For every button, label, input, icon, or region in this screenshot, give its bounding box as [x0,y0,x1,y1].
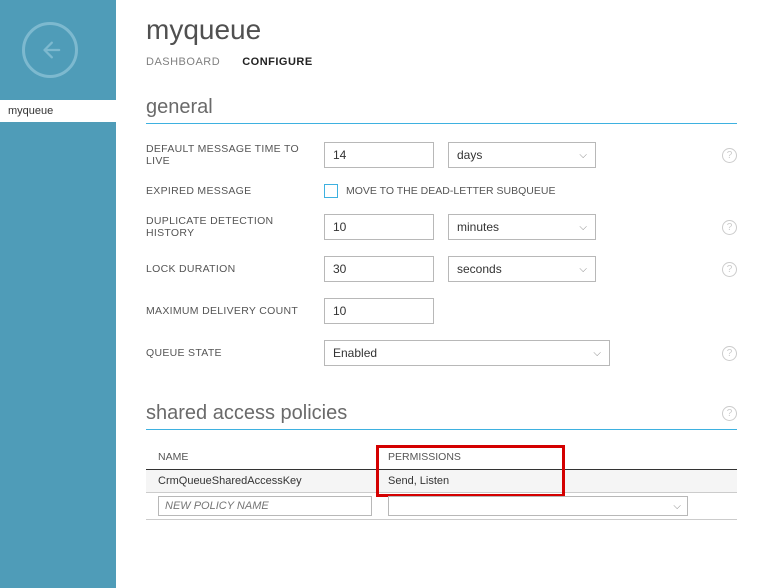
row-expired: EXPIRED MESSAGE MOVE TO THE DEAD-LETTER … [146,184,737,198]
arrow-left-icon [39,39,61,61]
expired-checkbox[interactable]: MOVE TO THE DEAD-LETTER SUBQUEUE [324,184,555,198]
help-icon[interactable]: ? [722,262,737,277]
policy-permissions: Send, Listen [388,475,725,487]
row-dedupe: DUPLICATE DETECTION HISTORY minutes ⌵ ? [146,214,737,240]
page-title: myqueue [146,14,737,46]
chevron-down-icon: ⌵ [673,501,681,512]
lock-value-input[interactable] [324,256,434,282]
row-state: QUEUE STATE Enabled ⌵ ? [146,340,737,366]
state-value: Enabled [333,346,377,360]
dedupe-unit-value: minutes [457,220,499,234]
help-icon[interactable]: ? [722,346,737,361]
chevron-down-icon: ⌵ [579,222,587,233]
policies-new-row: ⌵ [146,493,737,520]
section-general-heading: general [146,96,737,124]
section-policies: shared access policies ? NAME PERMISSION… [146,402,737,520]
main-content: myqueue DASHBOARD CONFIGURE general DEFA… [116,0,763,588]
tab-dashboard[interactable]: DASHBOARD [146,56,220,68]
row-lock: LOCK DURATION seconds ⌵ ? [146,256,737,282]
row-maxdel: MAXIMUM DELIVERY COUNT [146,298,737,324]
label-state: QUEUE STATE [146,347,324,359]
ttl-unit-select[interactable]: days ⌵ [448,142,596,168]
chevron-down-icon: ⌵ [593,348,601,359]
column-name: NAME [158,451,388,463]
label-lock: LOCK DURATION [146,263,324,275]
help-icon[interactable]: ? [722,406,737,421]
tab-configure[interactable]: CONFIGURE [242,56,313,68]
ttl-unit-value: days [457,148,482,162]
checkbox-icon [324,184,338,198]
sidebar-item-myqueue[interactable]: myqueue [0,100,116,122]
policies-table: NAME PERMISSIONS CrmQueueSharedAccessKey… [146,448,737,520]
expired-checkbox-label: MOVE TO THE DEAD-LETTER SUBQUEUE [346,185,555,197]
maxdel-value-input[interactable] [324,298,434,324]
help-icon[interactable]: ? [722,220,737,235]
chevron-down-icon: ⌵ [579,264,587,275]
column-permissions: PERMISSIONS [388,451,725,463]
policy-name: CrmQueueSharedAccessKey [158,475,388,487]
tab-bar: DASHBOARD CONFIGURE [146,56,737,68]
section-policies-heading: shared access policies [146,402,347,425]
label-maxdel: MAXIMUM DELIVERY COUNT [146,305,324,317]
label-ttl: DEFAULT MESSAGE TIME TO LIVE [146,143,324,167]
new-policy-permissions-select[interactable]: ⌵ [388,496,688,516]
sidebar: myqueue [0,0,116,588]
dedupe-unit-select[interactable]: minutes ⌵ [448,214,596,240]
help-icon[interactable]: ? [722,148,737,163]
row-ttl: DEFAULT MESSAGE TIME TO LIVE days ⌵ ? [146,142,737,168]
dedupe-value-input[interactable] [324,214,434,240]
state-select[interactable]: Enabled ⌵ [324,340,610,366]
label-expired: EXPIRED MESSAGE [146,185,324,197]
back-button[interactable] [22,22,78,78]
lock-unit-value: seconds [457,262,502,276]
chevron-down-icon: ⌵ [579,150,587,161]
ttl-value-input[interactable] [324,142,434,168]
label-dedupe: DUPLICATE DETECTION HISTORY [146,215,324,239]
new-policy-name-input[interactable] [158,496,372,516]
policies-row[interactable]: CrmQueueSharedAccessKey Send, Listen [146,470,737,493]
policies-header-row: NAME PERMISSIONS [146,448,737,470]
lock-unit-select[interactable]: seconds ⌵ [448,256,596,282]
